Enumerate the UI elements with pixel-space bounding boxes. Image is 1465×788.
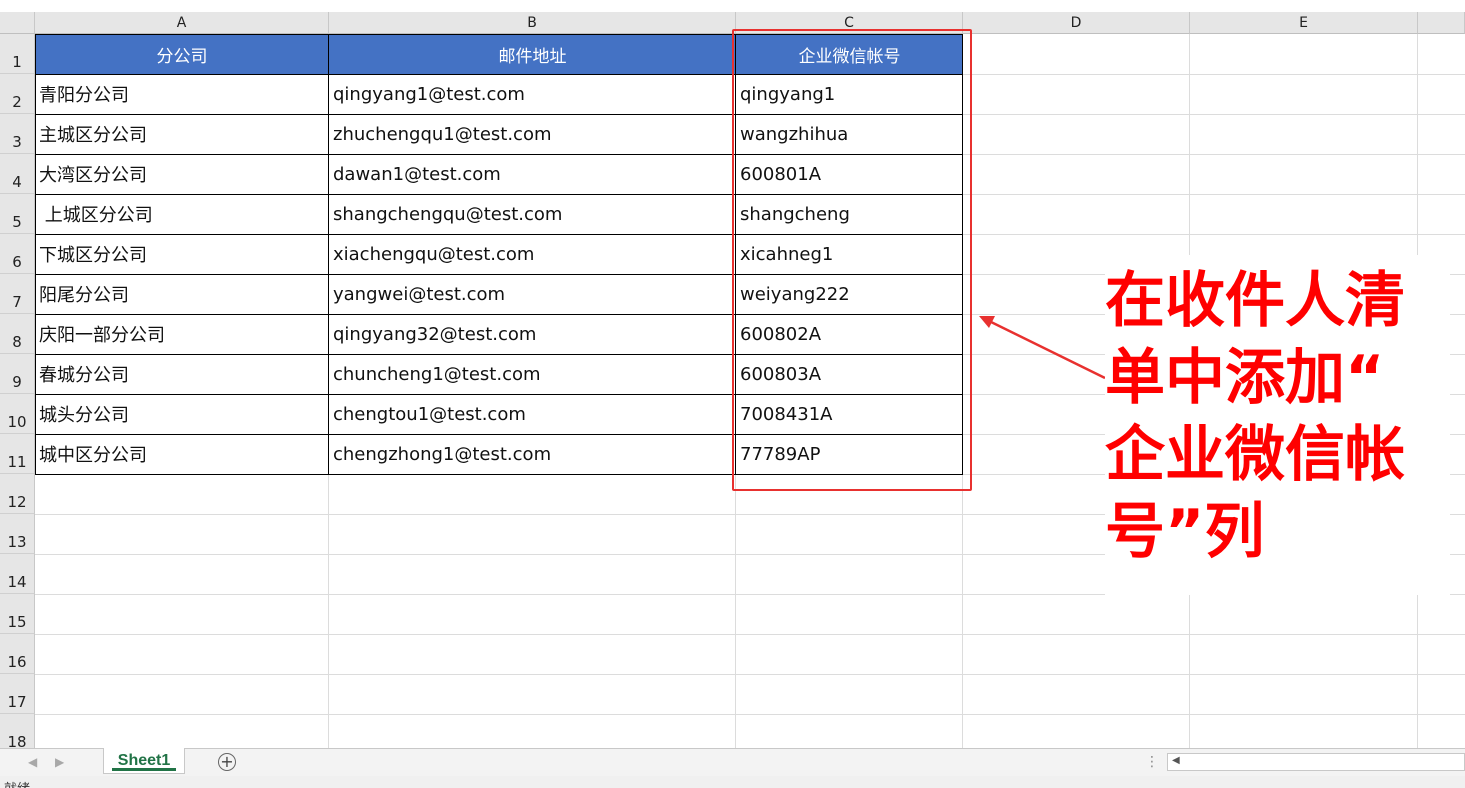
header-cell-branch[interactable]: 分公司 (35, 34, 329, 74)
row-header-10[interactable]: 10 (0, 394, 35, 434)
sheet-tab-bar: ◀ ▶ Sheet1 + ⋮ ◀ (0, 748, 1465, 776)
table-cell[interactable]: 青阳分公司 (35, 74, 329, 114)
select-all-corner[interactable] (0, 12, 35, 34)
highlight-box (732, 29, 972, 491)
row-header-15[interactable]: 15 (0, 594, 35, 634)
table-cell[interactable]: chengzhong1@test.com (329, 434, 736, 474)
horizontal-scrollbar[interactable]: ◀ (1167, 753, 1465, 771)
table-cell[interactable]: qingyang32@test.com (329, 314, 736, 354)
scrollbar-left-arrow-icon[interactable]: ◀ (1172, 755, 1180, 766)
table-cell[interactable]: zhuchengqu1@test.com (329, 114, 736, 154)
column-header-a[interactable]: A (35, 12, 329, 34)
table-cell[interactable]: chuncheng1@test.com (329, 354, 736, 394)
table-cell[interactable]: dawan1@test.com (329, 154, 736, 194)
spreadsheet-grid: A B C D E 1 2 3 4 5 6 7 8 9 10 11 12 13 … (0, 0, 1465, 748)
table-cell[interactable]: 主城区分公司 (35, 114, 329, 154)
annotation-callout: 在收件人清 单中添加“ 企业微信帐 号”列 (1105, 255, 1450, 595)
status-bar: 就绪 (0, 776, 1465, 788)
add-sheet-icon[interactable]: + (218, 753, 236, 771)
row-header-11[interactable]: 11 (0, 434, 35, 474)
row-header-17[interactable]: 17 (0, 674, 35, 714)
annotation-line-4: 号”列 (1105, 497, 1265, 567)
row-header-5[interactable]: 5 (0, 194, 35, 234)
row-header-1[interactable]: 1 (0, 34, 35, 74)
row-header-7[interactable]: 7 (0, 274, 35, 314)
scroll-left-icon[interactable]: ◀ (28, 755, 37, 769)
table-cell[interactable]: yangwei@test.com (329, 274, 736, 314)
column-header-f[interactable] (1418, 12, 1465, 34)
table-cell[interactable]: 城中区分公司 (35, 434, 329, 474)
table-cell[interactable]: shangchengqu@test.com (329, 194, 736, 234)
more-options-icon[interactable]: ⋮ (1145, 754, 1159, 770)
row-header-18[interactable]: 18 (0, 714, 35, 748)
table-cell[interactable]: qingyang1@test.com (329, 74, 736, 114)
column-header-b[interactable]: B (329, 12, 736, 34)
row-header-3[interactable]: 3 (0, 114, 35, 154)
table-cell[interactable]: 下城区分公司 (35, 234, 329, 274)
table-cell[interactable]: xiachengqu@test.com (329, 234, 736, 274)
row-header-2[interactable]: 2 (0, 74, 35, 114)
table-cell[interactable]: 上城区分公司 (35, 194, 329, 234)
header-cell-email[interactable]: 邮件地址 (329, 34, 736, 74)
sheet-tab-sheet1[interactable]: Sheet1 (103, 748, 185, 774)
table-cell[interactable]: 大湾区分公司 (35, 154, 329, 194)
column-header-e[interactable]: E (1190, 12, 1418, 34)
table-cell[interactable]: chengtou1@test.com (329, 394, 736, 434)
row-header-12[interactable]: 12 (0, 474, 35, 514)
annotation-line-1: 在收件人清 (1105, 266, 1405, 336)
annotation-line-3: 企业微信帐 (1105, 420, 1405, 490)
row-header-6[interactable]: 6 (0, 234, 35, 274)
row-header-14[interactable]: 14 (0, 554, 35, 594)
row-header-13[interactable]: 13 (0, 514, 35, 554)
annotation-arrow (979, 316, 1106, 380)
row-header-8[interactable]: 8 (0, 314, 35, 354)
column-header-d[interactable]: D (963, 12, 1190, 34)
row-header-16[interactable]: 16 (0, 634, 35, 674)
annotation-line-2: 单中添加“ (1105, 343, 1385, 413)
row-header-4[interactable]: 4 (0, 154, 35, 194)
table-cell[interactable]: 城头分公司 (35, 394, 329, 434)
table-cell[interactable]: 春城分公司 (35, 354, 329, 394)
table-cell[interactable]: 阳尾分公司 (35, 274, 329, 314)
status-text: 就绪 (4, 778, 30, 788)
scroll-right-icon[interactable]: ▶ (55, 755, 64, 769)
row-header-9[interactable]: 9 (0, 354, 35, 394)
table-cell[interactable]: 庆阳一部分公司 (35, 314, 329, 354)
